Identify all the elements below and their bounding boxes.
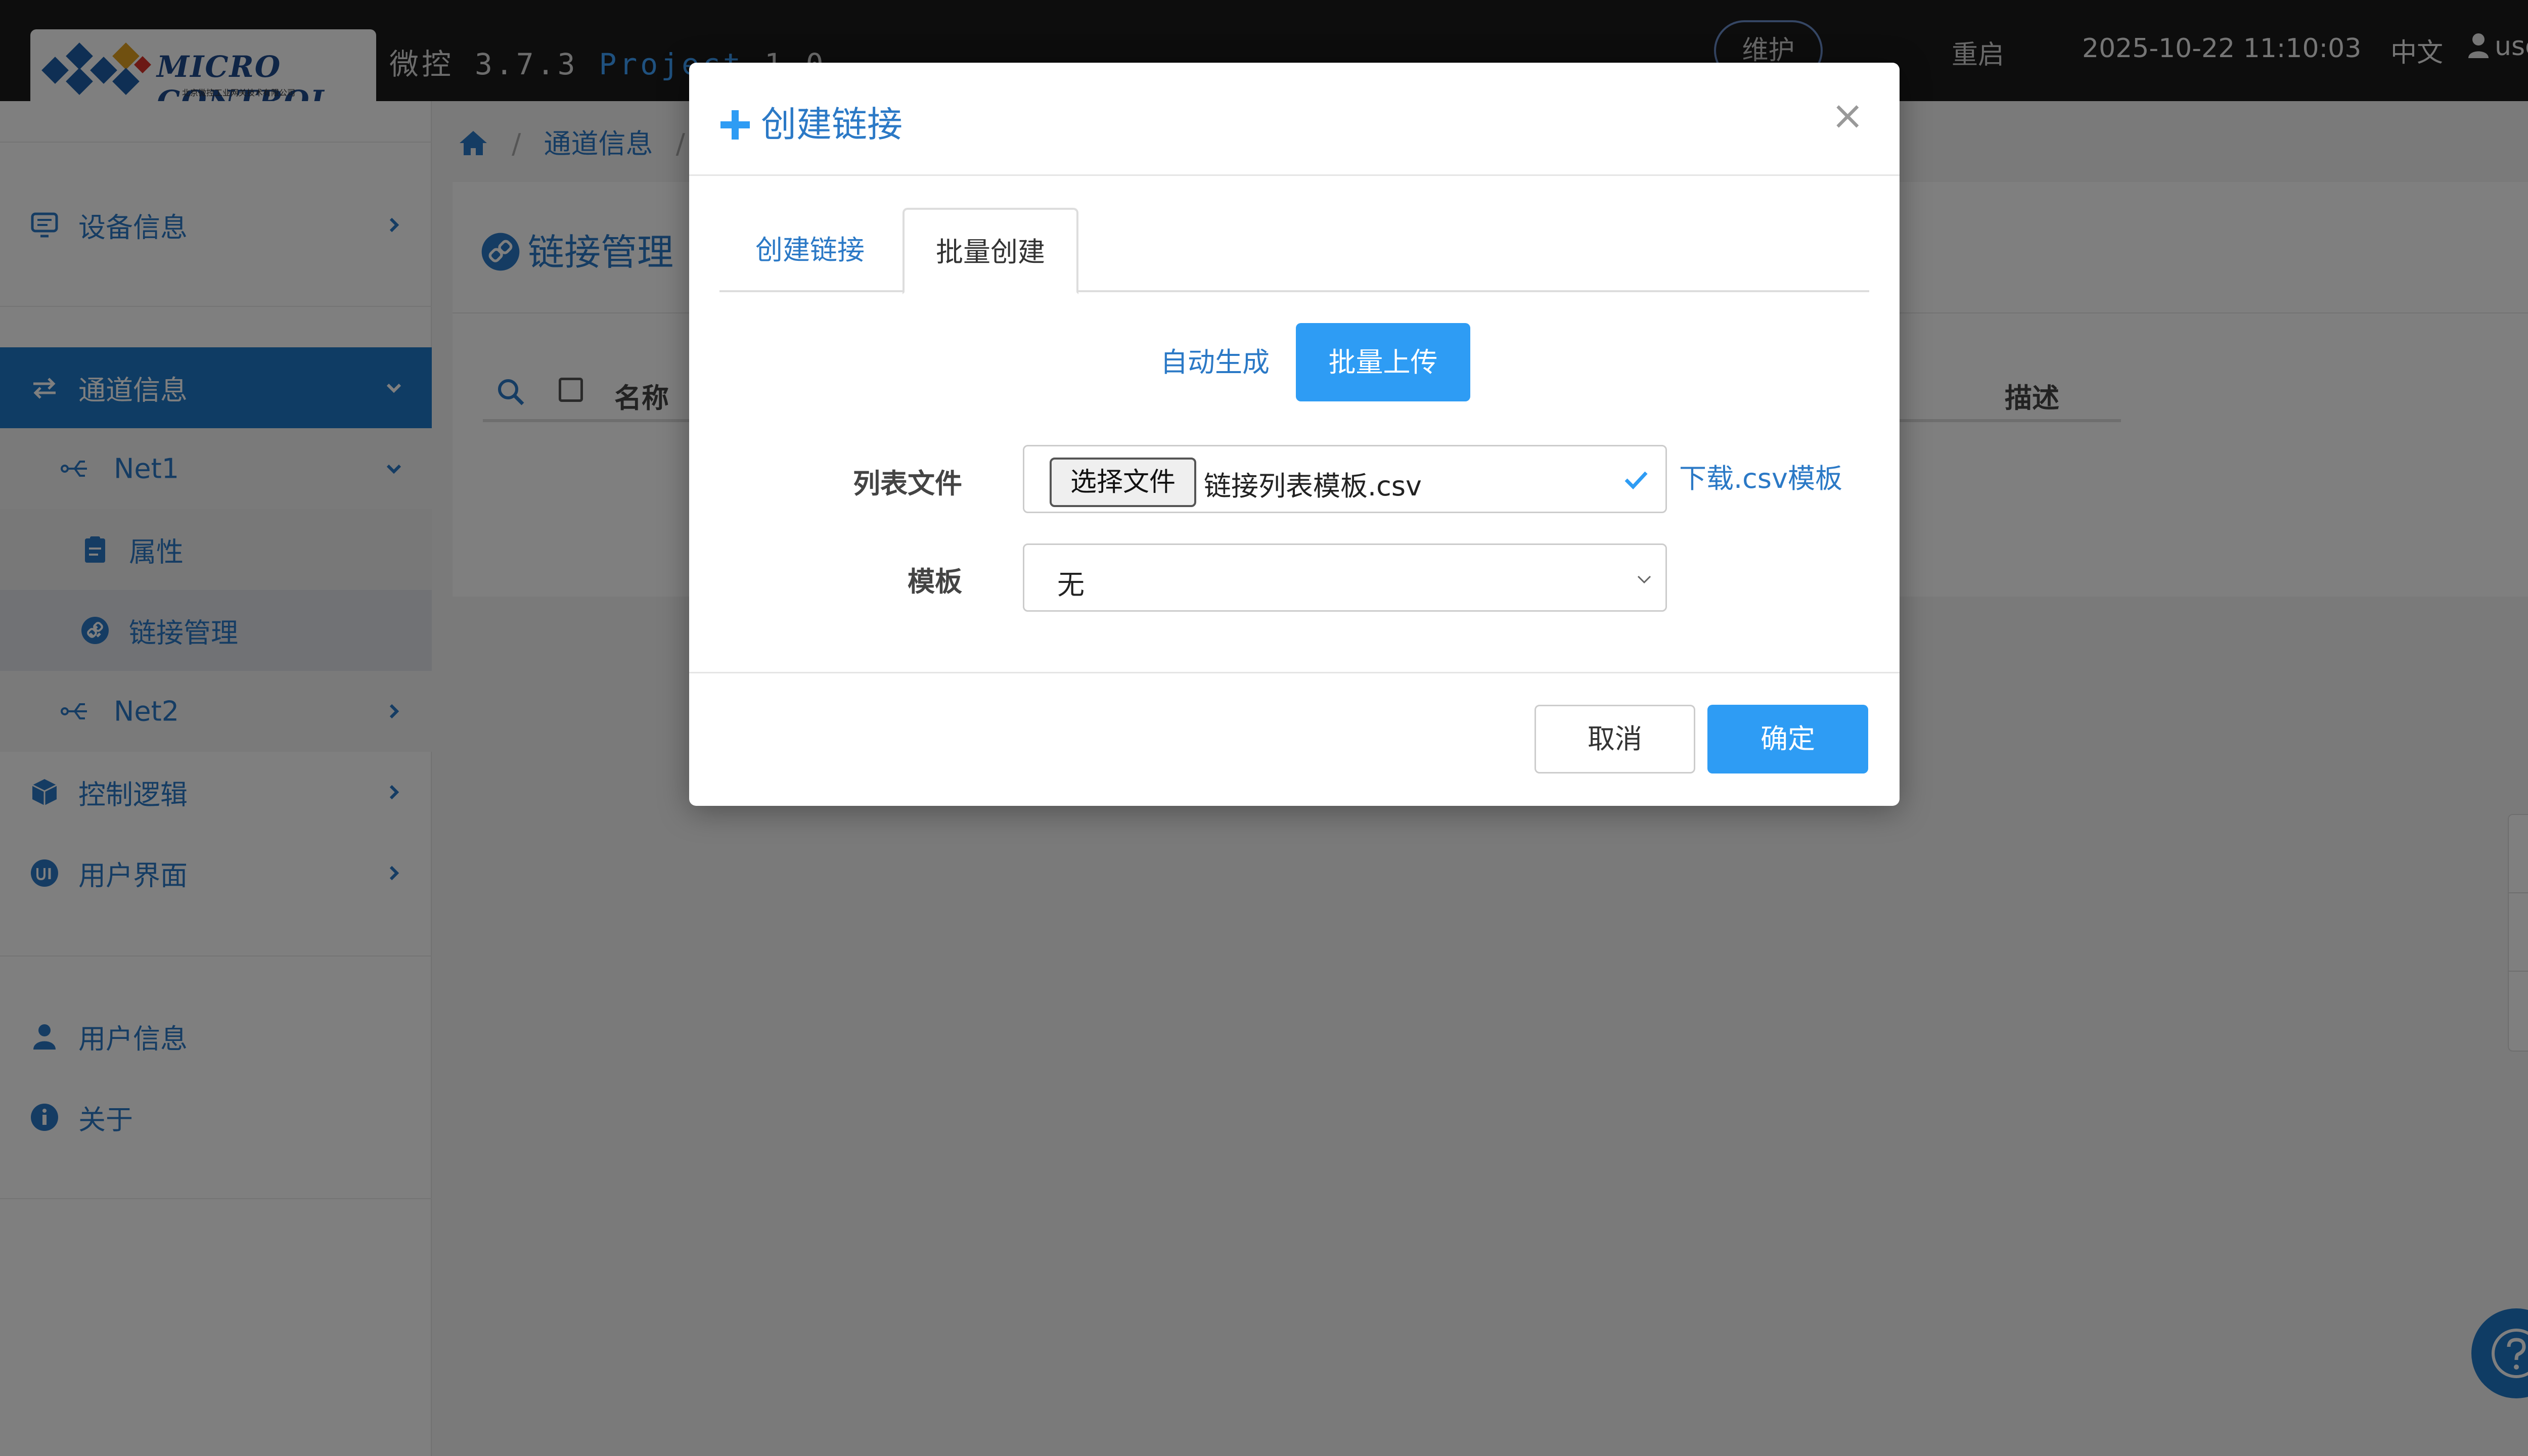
template-select[interactable]: 无 (1023, 543, 1667, 612)
check-icon (1624, 471, 1648, 490)
batch-upload-button[interactable]: 批量上传 (1296, 323, 1470, 401)
plus-icon (720, 110, 750, 140)
choose-file-button[interactable]: 选择文件 (1050, 458, 1196, 507)
file-input[interactable]: 选择文件 链接列表模板.csv (1023, 445, 1667, 513)
list-file-label: 列表文件 (853, 468, 962, 499)
close-icon[interactable]: × (1831, 96, 1864, 135)
confirm-button[interactable]: 确定 (1707, 705, 1868, 774)
chevron-down-icon (1637, 575, 1651, 584)
selected-file-name: 链接列表模板.csv (1204, 470, 1422, 502)
tab-batch-create[interactable]: 批量创建 (902, 208, 1078, 294)
template-label: 模板 (908, 566, 962, 598)
download-template-link[interactable]: 下载.csv模板 (1679, 456, 1842, 496)
dialog-tabs: 创建链接 批量创建 (719, 208, 1869, 294)
template-selected-value: 无 (1057, 569, 1085, 601)
tab-create-link[interactable]: 创建链接 (719, 208, 900, 292)
auto-generate-button[interactable]: 自动生成 (1129, 323, 1301, 401)
cancel-button[interactable]: 取消 (1534, 705, 1695, 774)
create-link-dialog: 创建链接 × 创建链接 批量创建 自动生成 批量上传 列表文件 选择文件 链接列… (689, 63, 1900, 806)
dialog-title: 创建链接 (719, 96, 902, 147)
dialog-header: 创建链接 × (689, 63, 1900, 176)
dialog-footer-divider (689, 672, 1900, 673)
